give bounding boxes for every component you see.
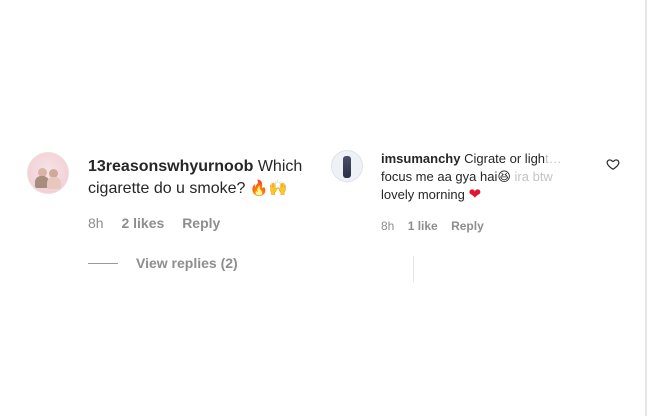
- edge-divider: [645, 0, 647, 416]
- view-replies-label: View replies (2): [136, 255, 238, 271]
- comment-meta: 8h 1 like Reply: [381, 219, 494, 233]
- comment-text: 13reasonswhyurnoob Which cigarette do u …: [88, 156, 323, 200]
- avatar-figure: [343, 156, 351, 178]
- reply-button[interactable]: Reply: [451, 219, 484, 233]
- comment-likes[interactable]: 2 likes: [121, 215, 164, 231]
- comment-time[interactable]: 8h: [88, 215, 104, 231]
- replies-divider: [88, 262, 118, 264]
- comment-username[interactable]: 13reasonswhyurnoob: [88, 158, 253, 175]
- comment-body-faded: t…: [545, 151, 562, 166]
- reply-button[interactable]: Reply: [182, 215, 220, 231]
- right-comment-panel: imsumanchy Cigrate or light… focus me aa…: [320, 0, 650, 416]
- avatar[interactable]: [331, 150, 363, 182]
- comment-meta: 8h 2 likes Reply: [88, 215, 234, 231]
- avatar-body-2: [47, 177, 61, 189]
- comment-body: Cigrate or ligh: [464, 151, 546, 166]
- view-replies-button[interactable]: View replies (2): [88, 255, 238, 271]
- comment-body-line3: lovely morning: [381, 187, 465, 202]
- comment-username[interactable]: imsumanchy: [381, 151, 460, 166]
- comment-text: imsumanchy Cigrate or light… focus me aa…: [381, 150, 571, 204]
- comment-body-line2: focus me aa gya hai: [381, 169, 498, 184]
- comment-likes[interactable]: 1 like: [408, 219, 438, 233]
- thread-divider: [413, 256, 414, 282]
- laughing-emoji: 😆: [497, 169, 511, 184]
- left-comment-panel: 13reasonswhyurnoob Which cigarette do u …: [0, 0, 330, 416]
- comment-body-faded-2: ira btw: [510, 169, 553, 184]
- red-heart-emoji: ❤: [468, 186, 482, 203]
- avatar[interactable]: [27, 152, 69, 194]
- comment-emojis: 🔥🙌: [249, 180, 288, 197]
- heart-outline-icon[interactable]: [606, 157, 620, 171]
- page: 13reasonswhyurnoob Which cigarette do u …: [0, 0, 650, 416]
- comment-time[interactable]: 8h: [381, 219, 394, 233]
